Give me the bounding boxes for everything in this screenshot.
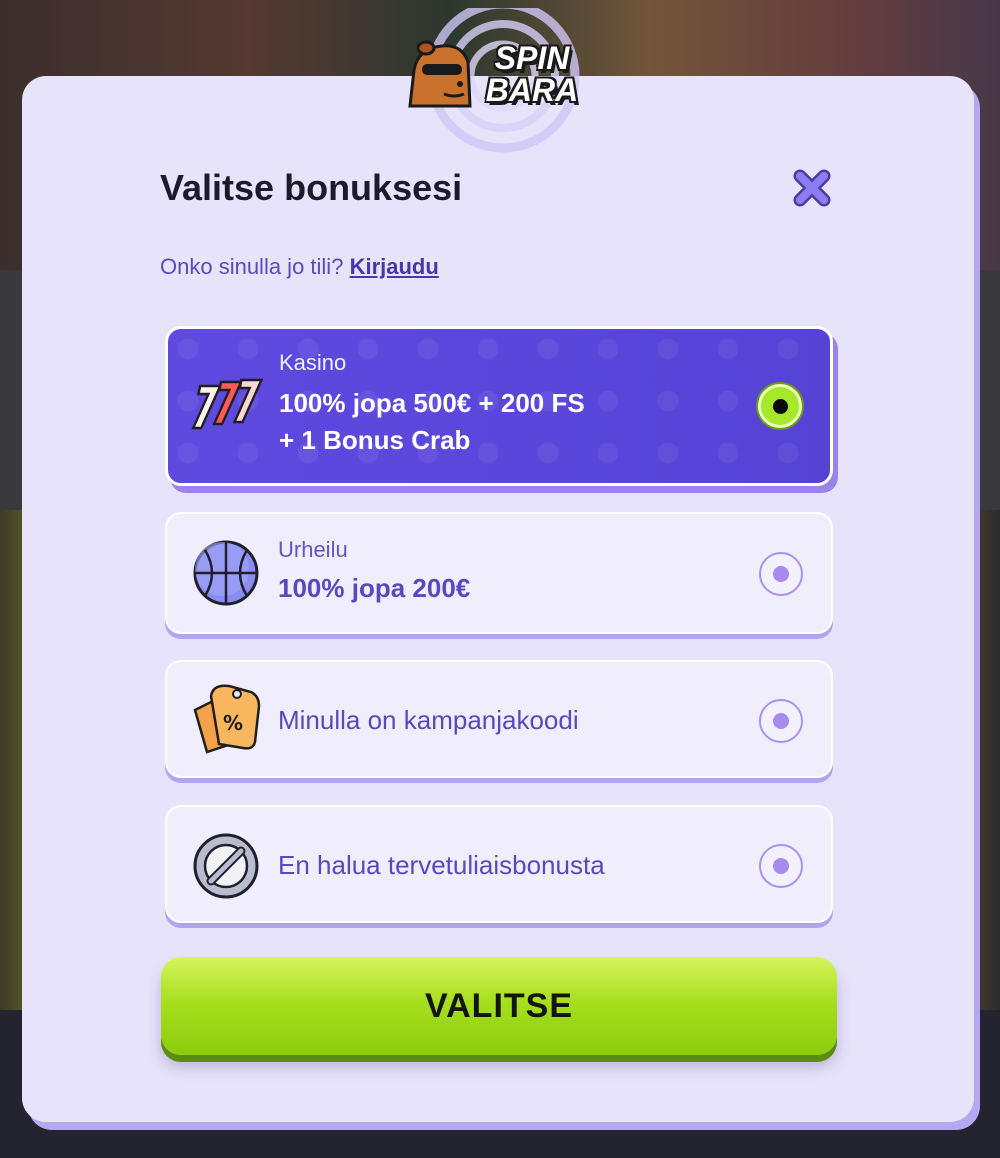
option-text: Minulla on kampanjakoodi bbox=[278, 704, 579, 736]
option-text: Urheilu 100% jopa 200€ bbox=[278, 536, 470, 607]
bonus-option-sports[interactable]: Urheilu 100% jopa 200€ bbox=[165, 512, 833, 634]
basketball-icon bbox=[193, 540, 259, 606]
account-question: Onko sinulla jo tili? bbox=[160, 254, 344, 279]
bonus-option-no-bonus[interactable]: En halua tervetuliaisbonusta bbox=[165, 805, 833, 923]
bonus-option-promo-code[interactable]: % Minulla on kampanjakoodi bbox=[165, 660, 833, 778]
login-link[interactable]: Kirjaudu bbox=[350, 254, 439, 279]
option-value-line2: + 1 Bonus Crab bbox=[279, 425, 471, 455]
radio-unselected[interactable] bbox=[759, 699, 803, 743]
no-bonus-icon bbox=[193, 833, 259, 899]
close-icon bbox=[793, 169, 831, 207]
bonus-option-casino[interactable]: Kasino 100% jopa 500€ + 200 FS + 1 Bonus… bbox=[165, 326, 833, 486]
svg-text:%: % bbox=[223, 711, 243, 735]
close-button[interactable] bbox=[790, 166, 834, 210]
spinbara-logo: SPIN BARA bbox=[404, 40, 600, 112]
option-label: Urheilu bbox=[278, 537, 348, 562]
promo-tag-icon: % bbox=[193, 684, 261, 754]
option-label: Minulla on kampanjakoodi bbox=[278, 705, 579, 735]
option-text: En halua tervetuliaisbonusta bbox=[278, 849, 605, 881]
select-button[interactable]: VALITSE bbox=[161, 957, 837, 1055]
radio-unselected[interactable] bbox=[759, 844, 803, 888]
radio-unselected[interactable] bbox=[759, 552, 803, 596]
slot-777-icon bbox=[191, 378, 264, 430]
option-value-line1: 100% jopa 200€ bbox=[278, 573, 471, 603]
logo-text-line2: BARA bbox=[485, 72, 579, 108]
radio-selected[interactable] bbox=[758, 384, 802, 428]
modal-title: Valitse bonuksesi bbox=[160, 167, 463, 208]
logo-text-line1: SPIN bbox=[494, 40, 570, 76]
login-prompt: Onko sinulla jo tili? Kirjaudu bbox=[160, 254, 439, 280]
option-value-line1: 100% jopa 500€ + 200 FS bbox=[279, 388, 585, 418]
option-label: En halua tervetuliaisbonusta bbox=[278, 850, 605, 880]
option-label: Kasino bbox=[279, 350, 347, 375]
option-text: Kasino 100% jopa 500€ + 200 FS + 1 Bonus… bbox=[279, 349, 585, 459]
